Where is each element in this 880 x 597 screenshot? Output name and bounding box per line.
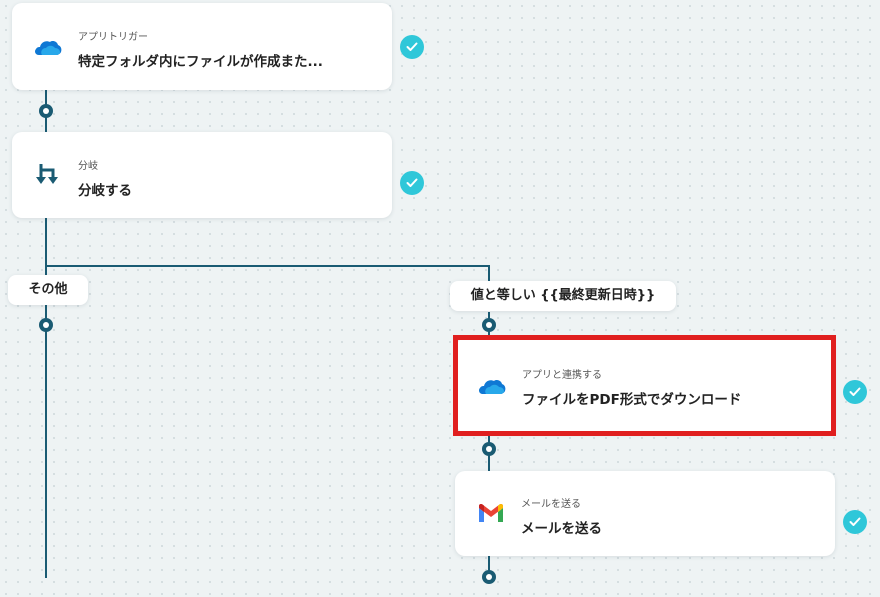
step-card-branch[interactable]: 分岐 分岐する xyxy=(12,132,392,218)
selection-highlight xyxy=(453,335,836,436)
branch-icon xyxy=(34,161,62,189)
branch-label-other[interactable]: その他 xyxy=(8,275,88,305)
connector-node[interactable] xyxy=(482,318,496,332)
connector-node[interactable] xyxy=(39,318,53,332)
connector-node[interactable] xyxy=(482,570,496,584)
check-icon xyxy=(400,35,424,59)
step-subtitle: 分岐 xyxy=(78,161,98,172)
connector-line xyxy=(488,265,490,281)
connector-line xyxy=(45,218,47,578)
onedrive-cloud-icon xyxy=(34,33,62,61)
step-card-mail[interactable]: メールを送る メールを送る xyxy=(455,471,835,556)
branch-label-equals[interactable]: 値と等しい {{最終更新日時}} xyxy=(450,281,676,311)
step-title: 分岐する xyxy=(78,183,132,199)
check-icon xyxy=(843,510,867,534)
connector-node[interactable] xyxy=(482,442,496,456)
step-title: メールを送る xyxy=(521,521,602,537)
step-subtitle: メールを送る xyxy=(521,499,581,510)
connector-node[interactable] xyxy=(39,104,53,118)
step-subtitle: アプリトリガー xyxy=(78,32,148,43)
gmail-icon xyxy=(477,500,505,528)
connector-line xyxy=(45,265,490,267)
step-title: 特定フォルダ内にファイルが作成また... xyxy=(78,54,323,70)
check-icon xyxy=(843,380,867,404)
step-card-trigger[interactable]: アプリトリガー 特定フォルダ内にファイルが作成また... xyxy=(12,3,392,90)
check-icon xyxy=(400,171,424,195)
